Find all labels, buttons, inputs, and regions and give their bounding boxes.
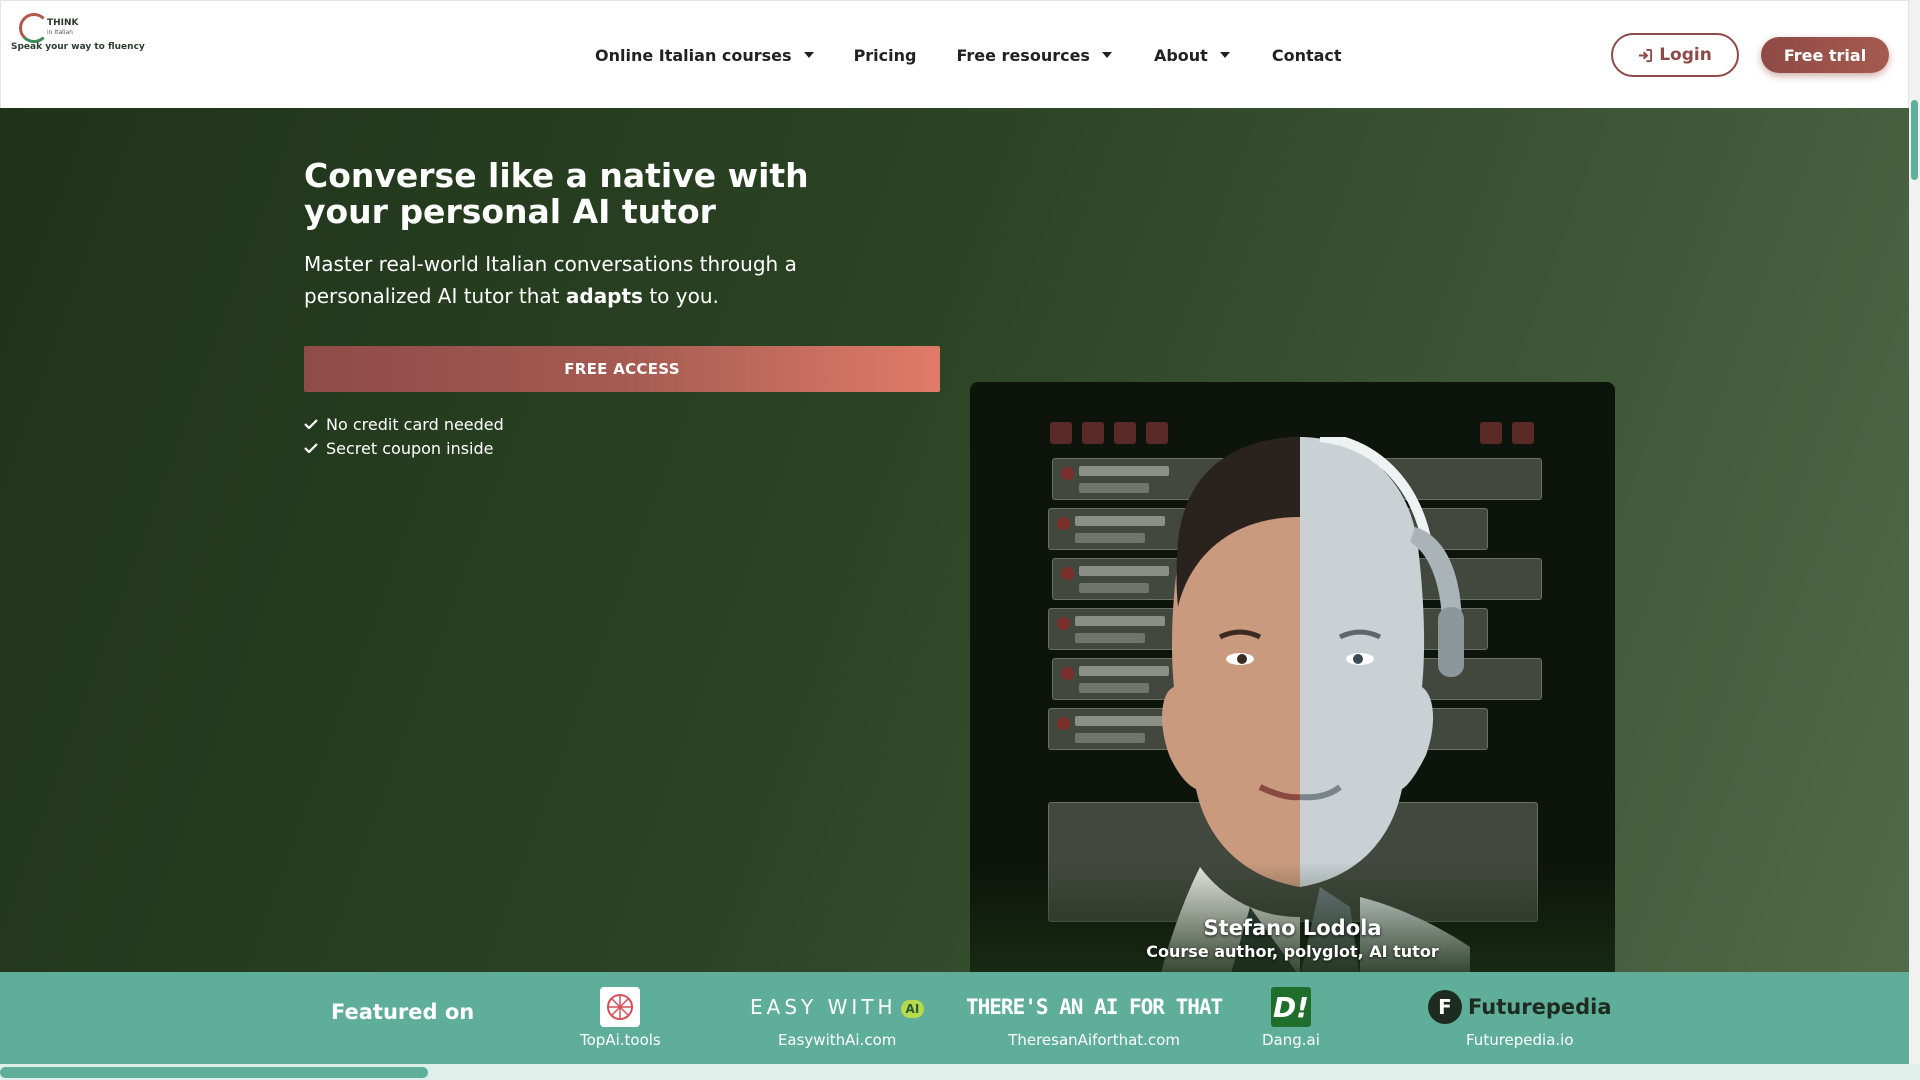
featured-title: Featured on (331, 1000, 475, 1024)
hero-subtitle-emphasis: adapts (565, 284, 643, 308)
featured-theresanaiforthat[interactable]: THERE'S AN AI FOR THAT TheresanAiforthat… (966, 988, 1223, 1049)
hero-subtitle-text: Master real-world Italian conversations … (304, 252, 797, 308)
easywithai-logo-text: EASY WITH (750, 995, 897, 1019)
easywithai-badge: AI (900, 999, 925, 1018)
play-icon (1057, 717, 1070, 730)
featured-dang[interactable]: D! Dang.ai (1262, 987, 1320, 1049)
nav-label: Online Italian courses (595, 45, 792, 65)
benefit-text: Secret coupon inside (326, 438, 494, 458)
tutor-role: Course author, polyglot, AI tutor (1146, 942, 1439, 961)
logo-name: THINK (47, 18, 79, 28)
free-trial-button[interactable]: Free trial (1761, 37, 1889, 73)
nav-contact[interactable]: Contact (1272, 46, 1342, 65)
play-icon (1057, 617, 1070, 630)
logo-wordmark: THINK in Italian (47, 19, 79, 37)
featured-label: EasywithAi.com (777, 1031, 897, 1049)
vertical-scrollbar[interactable] (1909, 0, 1920, 1064)
featured-futurepedia[interactable]: F Futurepedia Futurepedia.io (1428, 988, 1612, 1049)
free-access-button[interactable]: FREE ACCESS (304, 346, 940, 392)
caret-down-icon (1219, 52, 1230, 58)
login-button[interactable]: Login (1611, 33, 1739, 77)
play-icon (1061, 467, 1074, 480)
nav-label: About (1153, 45, 1208, 65)
featured-label: TopAi.tools (580, 1031, 661, 1049)
heart-icon (1082, 422, 1104, 444)
nav-label: Pricing (853, 45, 917, 65)
nav-label: Free resources (956, 45, 1090, 65)
nav-about[interactable]: About (1154, 46, 1230, 65)
play-icon (1061, 667, 1074, 680)
taaft-logo: THERE'S AN AI FOR THAT (966, 995, 1223, 1019)
vertical-scroll-thumb[interactable] (1911, 100, 1918, 180)
hero-section: Converse like a native with your persona… (0, 108, 1909, 972)
free-trial-label: Free trial (1783, 45, 1867, 65)
refresh-icon (1050, 422, 1072, 444)
site-header: THINK in Italian Speak your way to fluen… (0, 0, 1909, 108)
featured-easywithai[interactable]: EASY WITH AI EasywithAi.com (750, 988, 925, 1049)
free-access-label: FREE ACCESS (564, 360, 680, 378)
hero-subtitle-end: to you. (642, 284, 719, 308)
check-icon (304, 419, 318, 429)
benefit-text: No credit card needed (326, 414, 504, 434)
caret-down-icon (803, 52, 814, 58)
futurepedia-logo: F Futurepedia (1428, 990, 1612, 1024)
hero-title: Converse like a native with your persona… (304, 156, 809, 231)
nav-pricing[interactable]: Pricing (854, 46, 917, 65)
nav-label: Contact (1271, 45, 1342, 65)
power-icon (1512, 422, 1534, 444)
horizontal-scroll-thumb[interactable] (0, 1067, 428, 1078)
site-logo[interactable]: THINK in Italian Speak your way to fluen… (11, 11, 151, 59)
main-nav: Online Italian courses Pricing Free reso… (595, 41, 1342, 69)
dang-logo: D! (1270, 987, 1311, 1027)
sign-in-icon (1639, 48, 1653, 62)
horizontal-scrollbar[interactable] (0, 1064, 1920, 1080)
hero-subtitle: Master real-world Italian conversations … (304, 248, 864, 312)
benefit-list: No credit card needed Secret coupon insi… (304, 412, 504, 460)
logo-sub: in Italian (47, 29, 73, 36)
topai-logo-icon (600, 987, 641, 1027)
benefit-item: No credit card needed (304, 412, 504, 436)
play-icon (1061, 567, 1074, 580)
featured-label: Dang.ai (1262, 1031, 1320, 1049)
nav-free-resources[interactable]: Free resources (956, 45, 1112, 65)
logo-mark-icon (19, 13, 49, 43)
featured-topai[interactable]: TopAi.tools (580, 987, 661, 1049)
easywithai-logo: EASY WITH AI (750, 995, 925, 1019)
tutor-name: Stefano Lodola (1203, 916, 1382, 940)
login-label: Login (1659, 45, 1712, 65)
settings-icon (1480, 422, 1502, 444)
logo-tagline: Speak your way to fluency (11, 42, 145, 52)
featured-on-section: Featured on TopAi.tools EASY WITH AI Easy… (0, 972, 1909, 1064)
benefit-item: Secret coupon inside (304, 436, 504, 460)
futurepedia-logo-text: Futurepedia (1468, 995, 1612, 1019)
futurepedia-f-icon: F (1428, 990, 1462, 1024)
tutor-portrait-card: Stefano Lodola Course author, polyglot, … (970, 382, 1615, 972)
featured-label: TheresanAiforthat.com (1008, 1031, 1180, 1049)
featured-label: Futurepedia.io (1466, 1031, 1574, 1049)
nav-online-italian-courses[interactable]: Online Italian courses (595, 46, 814, 65)
check-icon (304, 443, 318, 453)
play-icon (1057, 517, 1070, 530)
caret-down-icon (1101, 52, 1112, 58)
